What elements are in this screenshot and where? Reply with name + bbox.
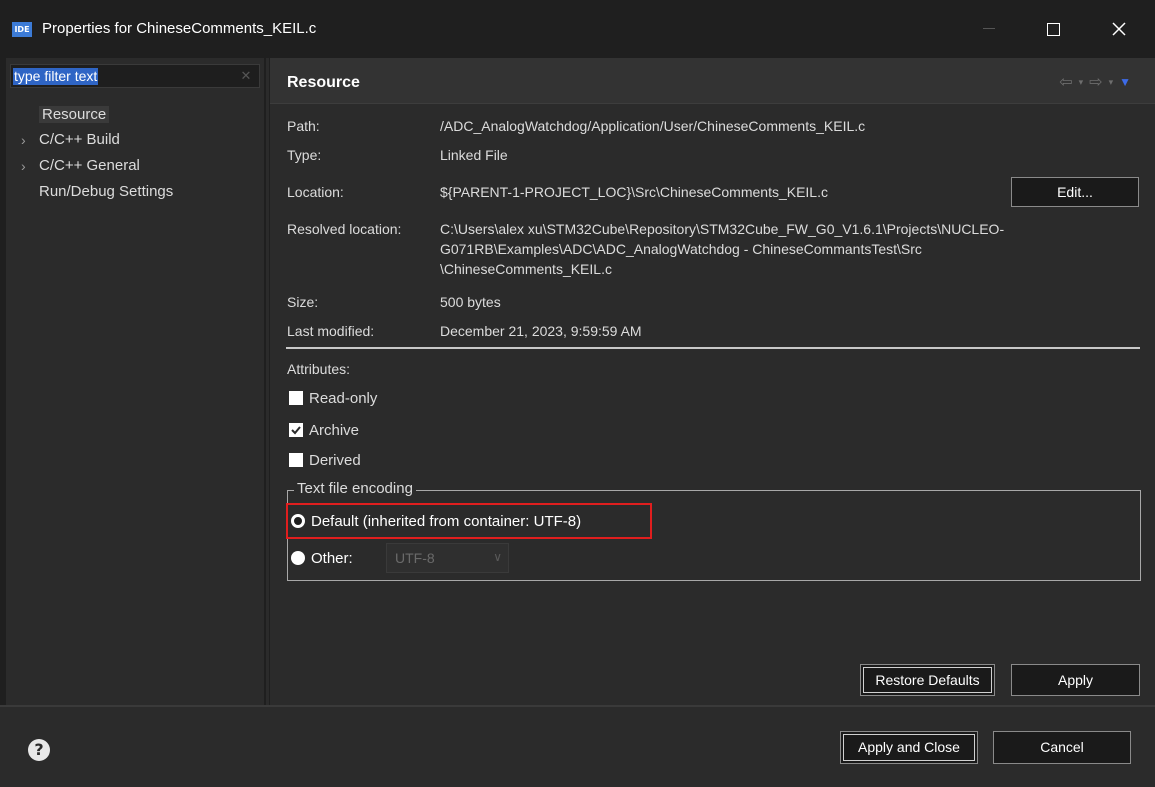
annotation-highlight-box xyxy=(286,503,652,539)
tree-item-resource[interactable]: Resource xyxy=(39,103,110,127)
minimize-icon xyxy=(983,28,995,29)
tree-item-label: Run/Debug Settings xyxy=(39,183,174,200)
ide-app-icon: IDE xyxy=(12,22,32,37)
tree-item-label: C/C++ Build xyxy=(39,131,120,148)
help-icon[interactable]: ? xyxy=(28,739,50,761)
forward-dropdown-icon[interactable]: ▾ xyxy=(1109,77,1114,88)
resolved-location-line-2: G071RB\Examples\ADC\ADC_AnalogWatchdog -… xyxy=(440,241,922,257)
apply-button[interactable]: Apply xyxy=(1011,664,1140,696)
chevron-right-icon[interactable]: › xyxy=(21,128,26,152)
last-modified-label: Last modified: xyxy=(287,323,375,339)
tree-item-cpp-general[interactable]: › C/C++ General xyxy=(21,154,140,178)
title-bar: IDE Properties for ChineseComments_KEIL.… xyxy=(0,0,1155,58)
tree-item-run-debug[interactable]: Run/Debug Settings xyxy=(39,180,173,204)
right-panel: Resource ⇦ ▾ ⇨ ▾ ▼ Path: /ADC_AnalogWatc… xyxy=(270,58,1155,705)
edit-button[interactable]: Edit... xyxy=(1011,177,1139,207)
location-label: Location: xyxy=(287,184,344,200)
forward-arrow-icon[interactable]: ⇨ xyxy=(1089,72,1102,92)
attributes-heading: Attributes: xyxy=(287,361,351,377)
filter-input[interactable]: type filter text ✕ xyxy=(10,64,260,88)
checkbox-checked-icon xyxy=(289,423,303,437)
restore-defaults-label: Restore Defaults xyxy=(863,667,992,693)
encoding-select-value: UTF-8 xyxy=(395,550,435,566)
left-panel: type filter text ✕ Resource › C/C++ Buil… xyxy=(6,58,264,705)
page-title: Resource xyxy=(287,74,360,91)
resolved-location-label: Resolved location: xyxy=(287,221,402,237)
clear-filter-icon[interactable]: ✕ xyxy=(239,69,253,83)
panel-splitter[interactable] xyxy=(266,58,269,705)
read-only-checkbox[interactable]: Read-only xyxy=(289,388,377,408)
archive-label: Archive xyxy=(309,421,360,439)
restore-defaults-button[interactable]: Restore Defaults xyxy=(860,664,995,696)
other-encoding-radio[interactable]: Other: xyxy=(291,548,353,568)
other-encoding-label: Other: xyxy=(311,549,353,567)
view-menu-icon[interactable]: ▼ xyxy=(1119,75,1131,89)
page-header: Resource ⇦ ▾ ⇨ ▾ ▼ xyxy=(270,58,1155,104)
chevron-down-icon: ∨ xyxy=(493,550,502,564)
encoding-select[interactable]: UTF-8 ∨ xyxy=(386,543,509,573)
resolved-location-line-3: \ChineseComments_KEIL.c xyxy=(440,261,612,277)
divider xyxy=(286,347,1140,349)
type-value: Linked File xyxy=(440,147,508,163)
derived-label: Derived xyxy=(309,451,361,469)
size-label: Size: xyxy=(287,294,319,310)
resolved-location-line-1: C:\Users\alex xu\STM32Cube\Repository\ST… xyxy=(440,221,1005,237)
window-title: Properties for ChineseComments_KEIL.c xyxy=(42,20,317,37)
last-modified-value: December 21, 2023, 9:59:59 AM xyxy=(440,323,642,339)
back-arrow-icon[interactable]: ⇦ xyxy=(1059,72,1072,92)
path-label: Path: xyxy=(287,118,320,134)
close-button[interactable] xyxy=(1096,12,1142,46)
back-dropdown-icon[interactable]: ▾ xyxy=(1079,77,1084,88)
apply-label: Apply xyxy=(1057,672,1094,688)
encoding-group-legend: Text file encoding xyxy=(294,480,416,497)
archive-checkbox[interactable]: Archive xyxy=(289,420,359,440)
checkbox-unchecked-icon xyxy=(289,453,303,467)
minimize-button[interactable] xyxy=(966,12,1012,46)
path-value: /ADC_AnalogWatchdog/Application/User/Chi… xyxy=(440,118,866,134)
apply-and-close-label: Apply and Close xyxy=(843,734,975,761)
dialog-button-bar: ? Apply and Close Cancel xyxy=(0,705,1155,787)
apply-and-close-button[interactable]: Apply and Close xyxy=(840,731,978,764)
radio-unselected-icon xyxy=(291,551,305,565)
checkbox-unchecked-icon xyxy=(289,391,303,405)
type-label: Type: xyxy=(287,147,322,163)
maximize-icon xyxy=(1046,22,1060,36)
derived-checkbox[interactable]: Derived xyxy=(289,450,361,470)
close-icon xyxy=(1112,22,1126,36)
tree-item-label: C/C++ General xyxy=(39,157,140,174)
location-value: ${PARENT-1-PROJECT_LOC}\Src\ChineseComme… xyxy=(440,184,828,200)
size-value: 500 bytes xyxy=(440,294,501,310)
read-only-label: Read-only xyxy=(309,389,378,407)
nav-toolbar: ⇦ ▾ ⇨ ▾ ▼ xyxy=(1059,72,1131,92)
filter-placeholder: type filter text xyxy=(13,68,99,85)
cancel-button[interactable]: Cancel xyxy=(993,731,1131,764)
tree-item-label: Resource xyxy=(39,106,110,123)
chevron-right-icon[interactable]: › xyxy=(21,154,26,178)
maximize-button[interactable] xyxy=(1030,12,1076,46)
tree-item-cpp-build[interactable]: › C/C++ Build xyxy=(21,128,120,152)
